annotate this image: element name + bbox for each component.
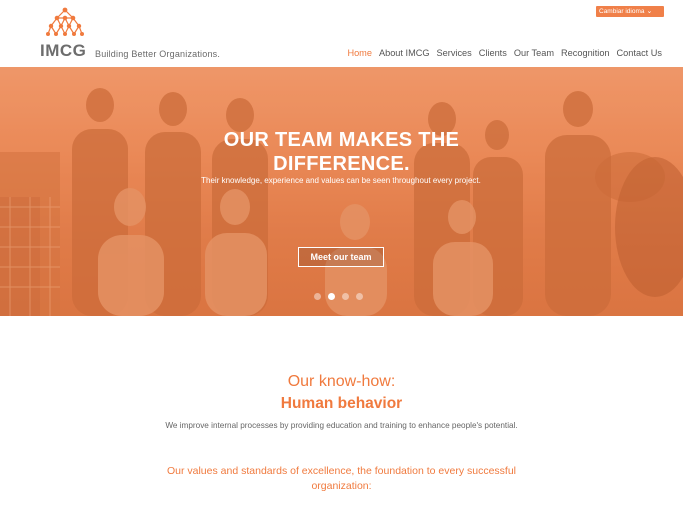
- meet-our-team-button[interactable]: Meet our team: [298, 247, 384, 267]
- section-description: We improve internal processes by providi…: [165, 421, 518, 430]
- nav-item-recognition[interactable]: Recognition: [561, 48, 610, 58]
- logo[interactable]: IMCG: [40, 7, 90, 60]
- nav-item-our-team[interactable]: Our Team: [514, 48, 554, 58]
- nav-item-about[interactable]: About IMCG: [379, 48, 430, 58]
- hero-title-line2: DIFFERENCE.: [273, 153, 410, 175]
- tagline: Building Better Organizations.: [95, 49, 221, 59]
- nav-item-home[interactable]: Home: [347, 48, 372, 58]
- hero-slider: OUR TEAM MAKES THE DIFFERENCE. Their kno…: [0, 67, 683, 316]
- chevron-down-icon: ⌄: [646, 8, 653, 15]
- nav-item-clients[interactable]: Clients: [479, 48, 507, 58]
- slider-dot-3[interactable]: [342, 293, 349, 300]
- slider-dots: [314, 293, 363, 300]
- hero-subtitle: Their knowledge, experience and values c…: [201, 176, 481, 185]
- slider-dot-1[interactable]: [314, 293, 321, 300]
- main-nav: Home About IMCG Services Clients Our Tea…: [347, 48, 662, 58]
- hero-title-line1: OUR TEAM MAKES THE: [223, 129, 460, 151]
- language-button-label: Cambiar idioma: [599, 8, 645, 15]
- hero-title: OUR TEAM MAKES THE DIFFERENCE.: [0, 128, 683, 176]
- network-logo-icon: [46, 7, 84, 36]
- slider-dot-2[interactable]: [328, 293, 335, 300]
- site-header: IMCG Building Better Organizations. Camb…: [0, 0, 683, 67]
- team-photo: [0, 67, 683, 316]
- section-title: Our know-how:: [287, 373, 396, 390]
- language-button[interactable]: Cambiar idioma ⌄: [596, 6, 664, 17]
- nav-item-contact[interactable]: Contact Us: [617, 48, 662, 58]
- nav-item-services[interactable]: Services: [437, 48, 472, 58]
- values-statement: Our values and standards of excellence, …: [166, 465, 517, 492]
- slider-dot-4[interactable]: [356, 293, 363, 300]
- logo-text: IMCG: [40, 41, 87, 60]
- section-subtitle: Human behavior: [280, 395, 403, 412]
